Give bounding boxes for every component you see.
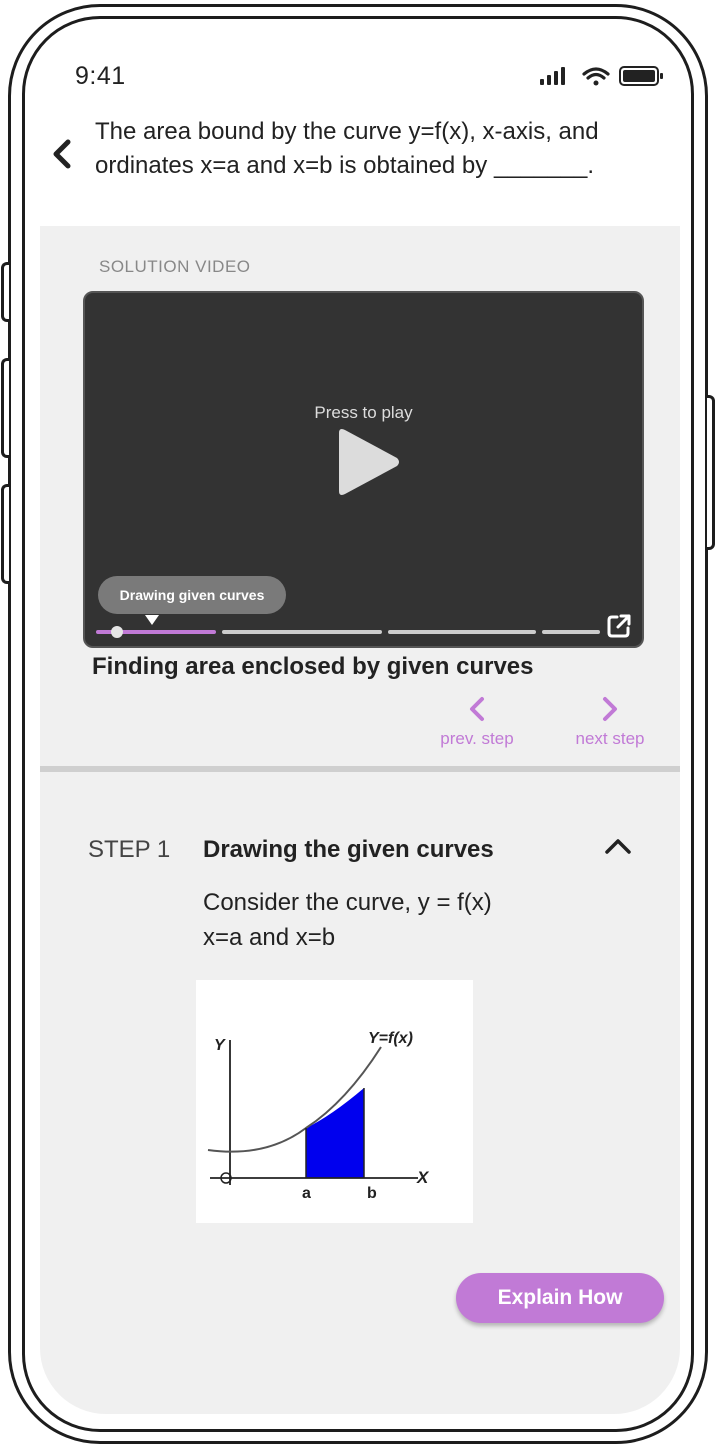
status-time: 9:41 [75, 62, 126, 90]
a-label: a [302, 1185, 311, 1202]
progress-segment[interactable] [542, 630, 600, 634]
next-step-button[interactable]: next step [566, 694, 654, 749]
prev-step-label: prev. step [440, 729, 514, 748]
tooltip-arrow [145, 615, 159, 625]
step-body: Consider the curve, y = f(x) x=a and x=b [203, 885, 492, 955]
y-axis-label: Y [214, 1037, 226, 1054]
status-icons [540, 66, 663, 86]
wifi-icon [582, 67, 610, 86]
phone-side-button [707, 395, 715, 550]
screen: 9:41 The area bound by the curve y=f(x),… [40, 30, 680, 1414]
curve-label: Y=f(x) [368, 1030, 413, 1047]
video-player[interactable]: Press to play Drawing given curves [83, 291, 644, 648]
progress-knob[interactable] [111, 626, 123, 638]
progress-segment[interactable] [388, 630, 536, 634]
phone-side-button [1, 484, 9, 584]
phone-side-button [1, 262, 9, 322]
play-icon[interactable] [333, 427, 403, 497]
next-step-label: next step [575, 729, 645, 748]
external-link-icon[interactable] [605, 612, 633, 640]
step-title: Drawing the given curves [203, 836, 494, 863]
battery-icon [619, 66, 663, 86]
chevron-right-icon [603, 697, 617, 721]
step-body-line: Consider the curve, y = f(x) [203, 889, 492, 916]
b-label: b [367, 1185, 377, 1202]
signal-icon [540, 67, 565, 85]
area-under-curve-figure: Y X Y=f(x) a b [196, 980, 473, 1223]
solution-video-label: SOLUTION VIDEO [99, 257, 251, 276]
press-to-play-text: Press to play [314, 403, 413, 422]
phone-side-button [1, 358, 9, 458]
chevron-left-icon[interactable] [48, 134, 78, 174]
explain-how-button[interactable]: Explain How [456, 1273, 664, 1323]
progress-segment[interactable] [222, 630, 382, 634]
prev-step-button[interactable]: prev. step [433, 694, 521, 749]
x-axis-label: X [416, 1168, 430, 1187]
video-title: Finding area enclosed by given curves [92, 653, 534, 680]
step-number: STEP 1 [88, 836, 171, 863]
chevron-left-icon [470, 697, 484, 721]
chapter-tooltip: Drawing given curves [98, 576, 286, 614]
step-body-line: x=a and x=b [203, 924, 336, 951]
question-text: The area bound by the curve y=f(x), x-ax… [95, 118, 599, 179]
chevron-up-icon[interactable] [603, 834, 633, 858]
